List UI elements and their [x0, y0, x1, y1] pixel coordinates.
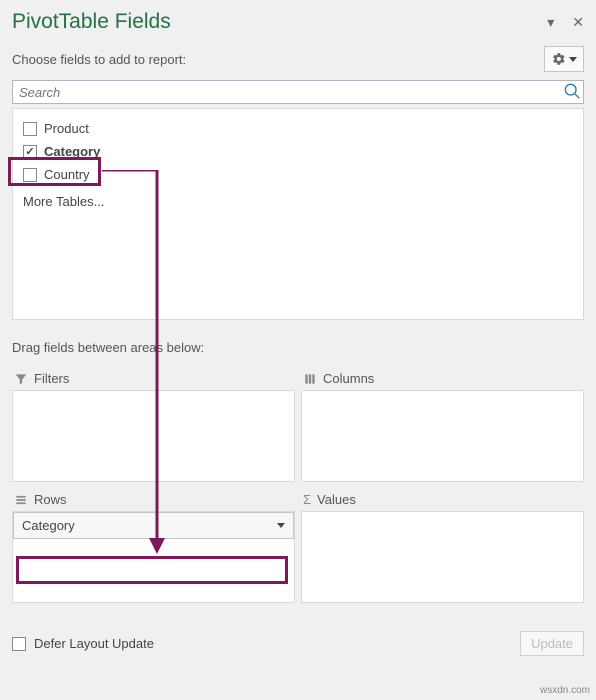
field-label: Country — [44, 167, 90, 182]
area-label: Values — [317, 492, 356, 507]
field-country[interactable]: Country — [21, 163, 575, 186]
values-header: Σ Values — [301, 488, 584, 511]
area-label: Rows — [34, 492, 67, 507]
rows-item-label: Category — [22, 518, 75, 533]
area-label: Columns — [323, 371, 374, 386]
filters-body[interactable] — [12, 390, 295, 482]
sigma-icon: Σ — [303, 492, 311, 507]
subtitle-text: Choose fields to add to report: — [12, 52, 186, 67]
pane-title: PivotTable Fields — [12, 10, 171, 34]
field-label: Category — [44, 144, 100, 159]
footer-row: Defer Layout Update Update — [12, 631, 584, 656]
header-controls: ▾ ✕ — [547, 14, 584, 31]
drag-instruction: Drag fields between areas below: — [12, 340, 584, 355]
checkbox-defer[interactable] — [12, 637, 26, 651]
values-body[interactable] — [301, 511, 584, 603]
more-tables-link[interactable]: More Tables... — [21, 186, 575, 217]
filters-header: Filters — [12, 367, 295, 390]
rows-header: Rows — [12, 488, 295, 511]
rows-area[interactable]: Rows Category — [12, 488, 295, 603]
field-category[interactable]: Category — [21, 140, 575, 163]
search-wrap — [12, 80, 584, 104]
checkbox-category[interactable] — [23, 145, 37, 159]
filter-icon — [14, 372, 28, 386]
search-input[interactable] — [12, 80, 584, 104]
area-label: Filters — [34, 371, 69, 386]
rows-body[interactable]: Category — [12, 511, 295, 603]
rows-item-caret-icon[interactable] — [277, 523, 285, 528]
watermark: wsxdn.com — [540, 685, 590, 696]
defer-layout-update[interactable]: Defer Layout Update — [12, 636, 154, 651]
search-icon — [564, 83, 580, 99]
checkbox-country[interactable] — [23, 168, 37, 182]
drop-areas: Filters Columns Rows Category — [12, 367, 584, 603]
values-area[interactable]: Σ Values — [301, 488, 584, 603]
close-icon[interactable]: ✕ — [572, 14, 584, 31]
rows-icon — [14, 493, 28, 507]
columns-icon — [303, 372, 317, 386]
field-label: Product — [44, 121, 89, 136]
dropdown-caret-icon[interactable]: ▾ — [547, 14, 554, 31]
update-button: Update — [520, 631, 584, 656]
checkbox-product[interactable] — [23, 122, 37, 136]
rows-item-category[interactable]: Category — [13, 512, 294, 539]
subtitle-row: Choose fields to add to report: — [12, 46, 584, 72]
columns-header: Columns — [301, 367, 584, 390]
pane-header: PivotTable Fields ▾ ✕ — [12, 10, 584, 40]
field-product[interactable]: Product — [21, 117, 575, 140]
defer-label: Defer Layout Update — [34, 636, 154, 651]
fields-list: Product Category Country More Tables... — [12, 108, 584, 320]
columns-body[interactable] — [301, 390, 584, 482]
gear-icon — [552, 52, 566, 66]
settings-caret-icon — [569, 57, 577, 62]
columns-area[interactable]: Columns — [301, 367, 584, 482]
pivottable-fields-pane: PivotTable Fields ▾ ✕ Choose fields to a… — [0, 0, 596, 700]
settings-button[interactable] — [544, 46, 584, 72]
filters-area[interactable]: Filters — [12, 367, 295, 482]
